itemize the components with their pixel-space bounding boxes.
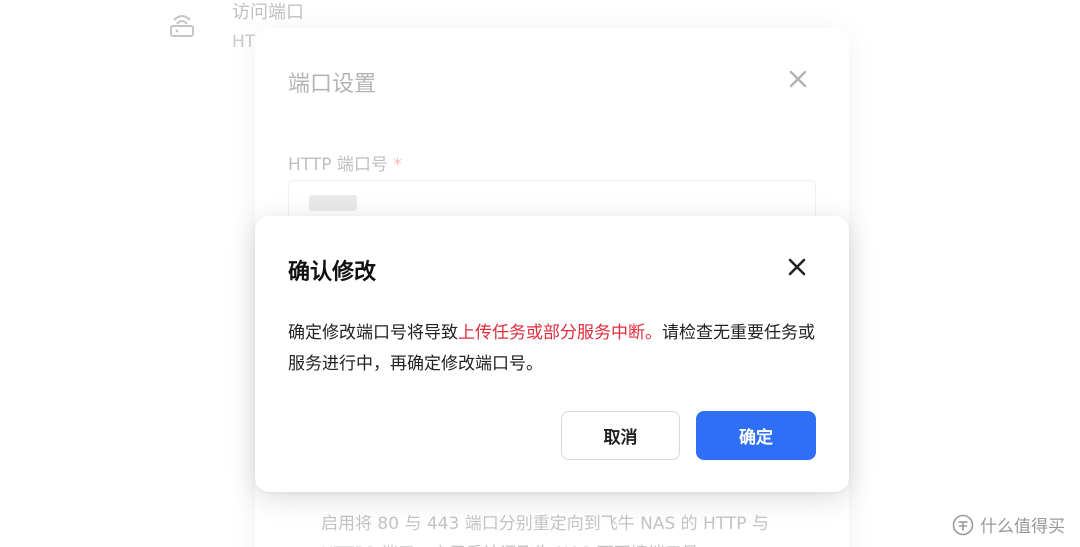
cancel-button[interactable]: 取消 [561, 411, 680, 460]
confirm-button[interactable]: 确定 [696, 411, 816, 460]
watermark: 什么值得买 [952, 512, 1065, 537]
confirm-title: 确认修改 [288, 260, 377, 285]
message-warning: 上传任务或部分服务中断。 [458, 323, 662, 343]
smzdm-logo-icon [952, 514, 974, 535]
confirm-dialog: 确认修改 确定修改端口号将导致上传任务或部分服务中断。请检查无重要任务或服务进行… [255, 216, 849, 492]
close-icon[interactable] [786, 256, 808, 278]
confirm-message: 确定修改端口号将导致上传任务或部分服务中断。请检查无重要任务或服务进行中，再确定… [288, 318, 818, 380]
watermark-text: 什么值得买 [980, 517, 1065, 537]
message-text: 确定修改端口号将导致 [288, 323, 458, 343]
screen: 访问端口 HT 端口设置 HTTP 端口号 * 启用将 80 与 443 端口分… [0, 0, 1080, 547]
